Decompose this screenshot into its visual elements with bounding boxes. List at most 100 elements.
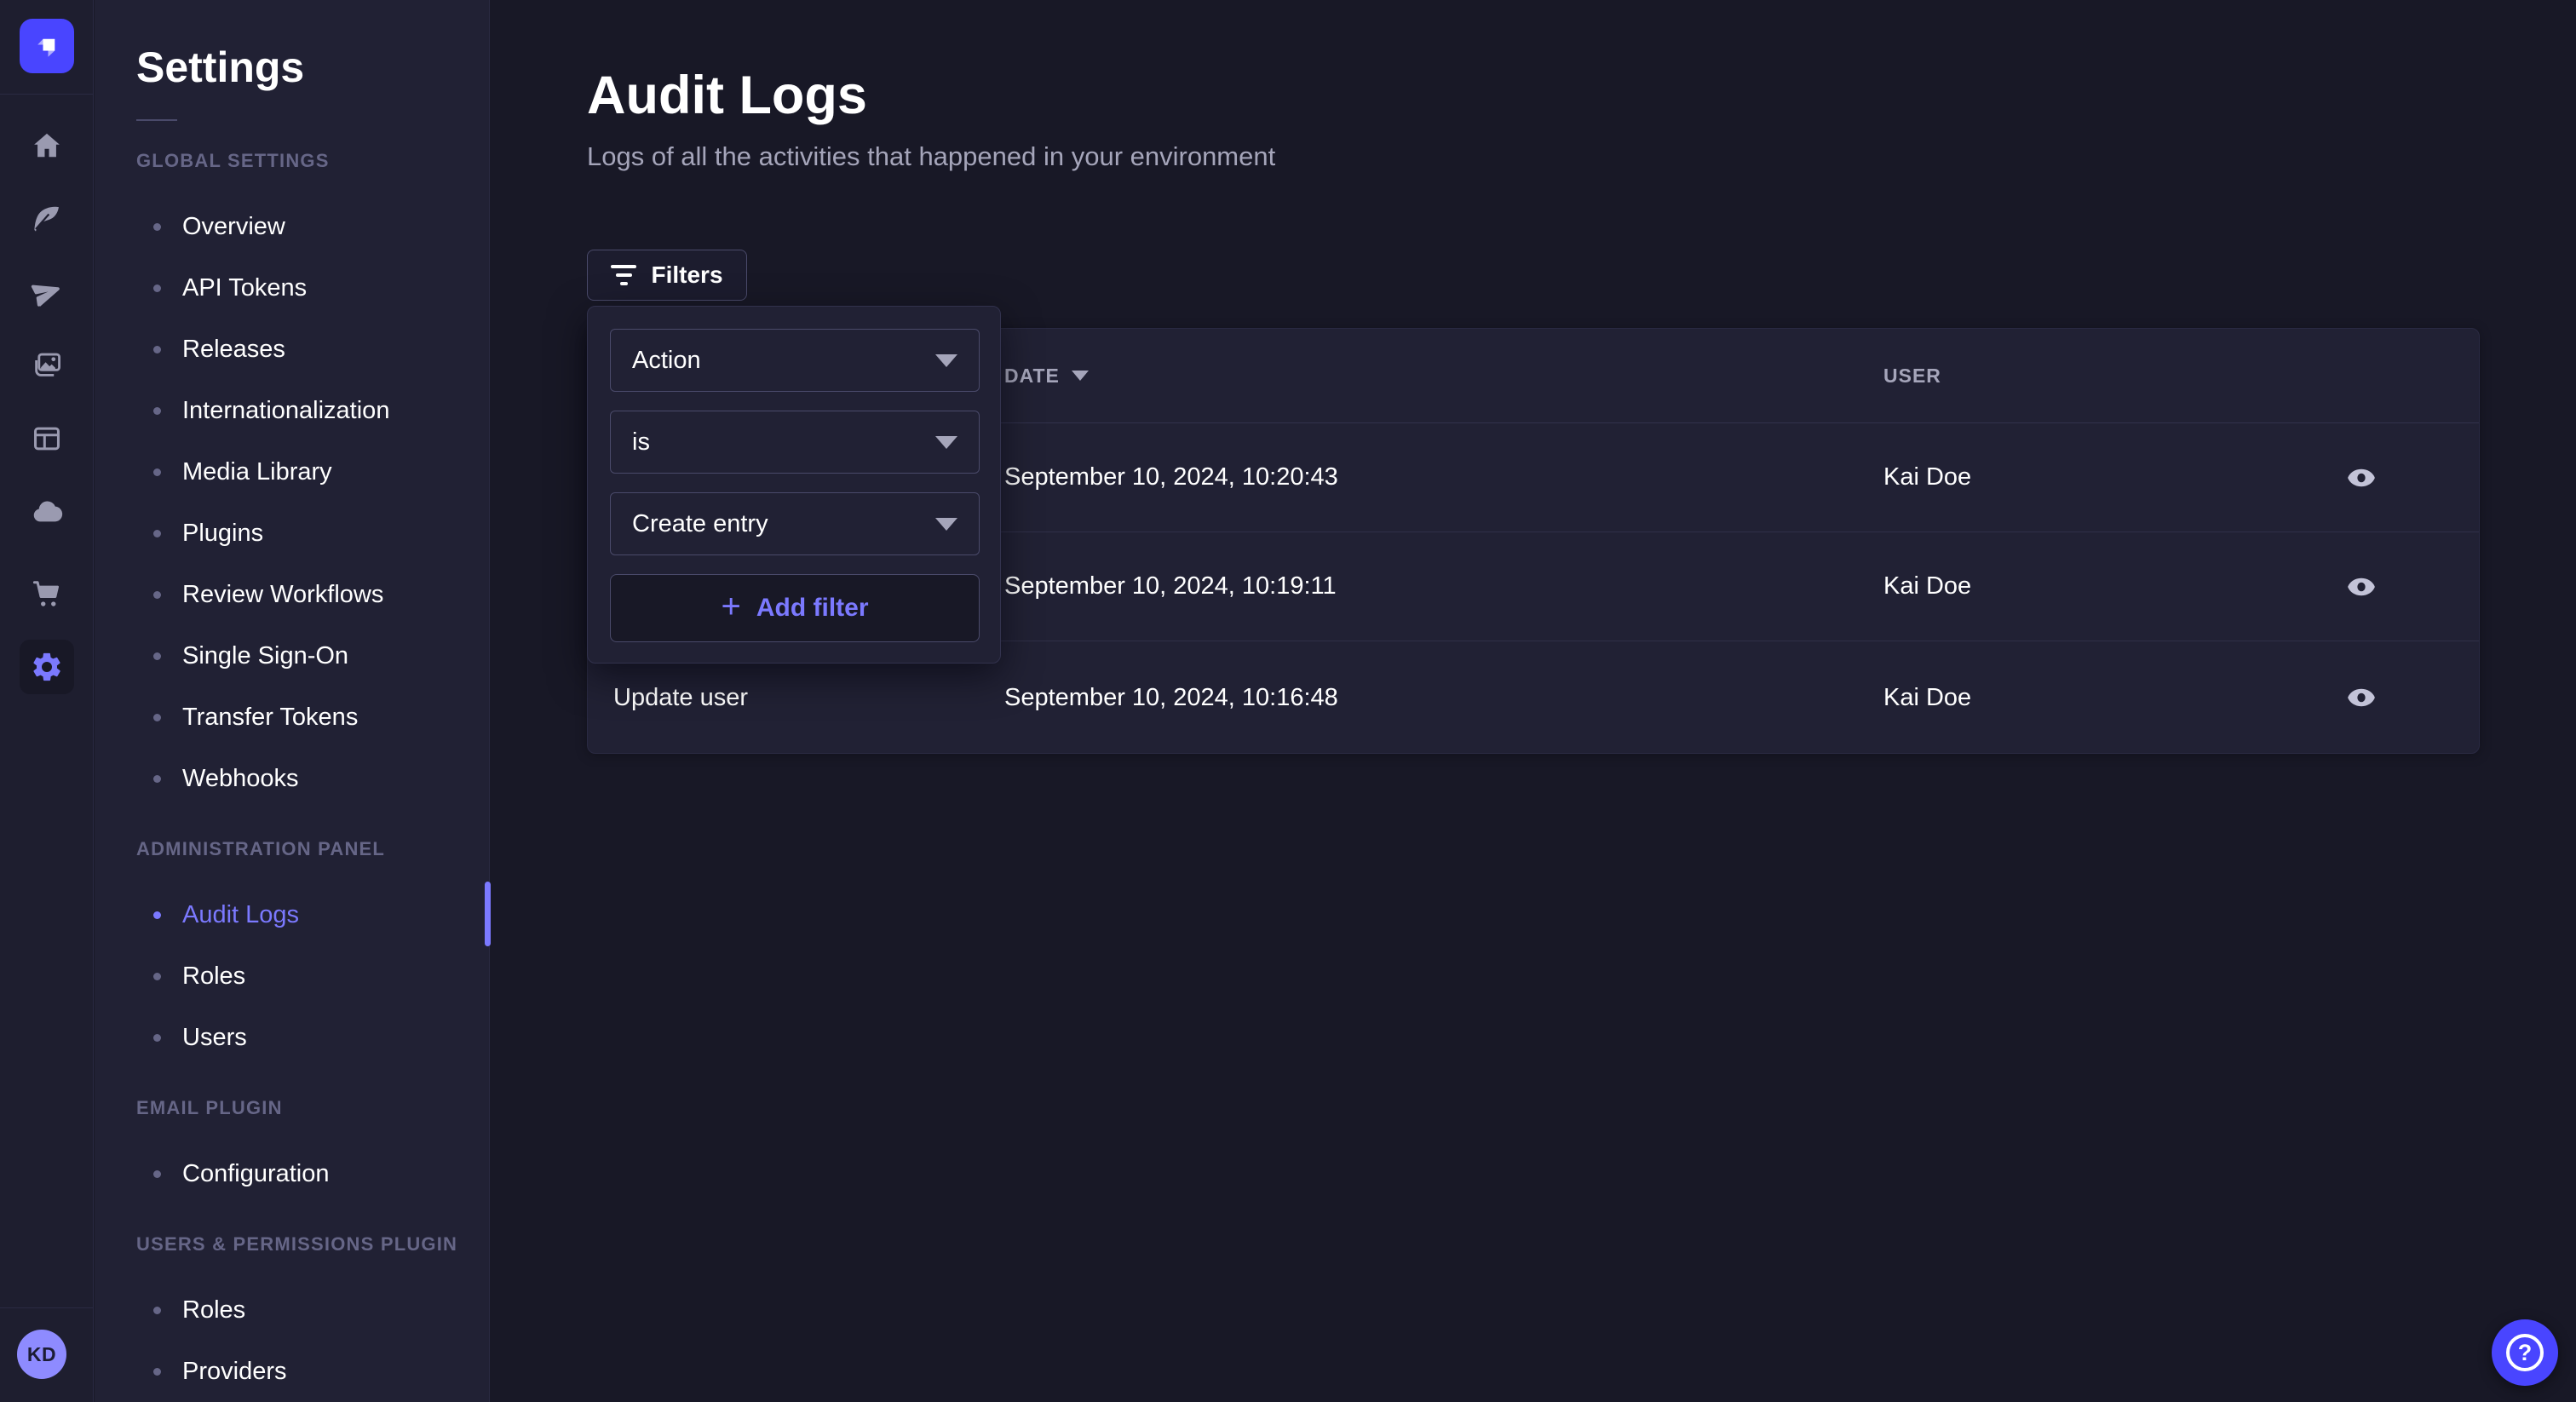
subnav-item-label: Audit Logs xyxy=(182,901,299,929)
subnav-item-label: Releases xyxy=(182,336,285,364)
column-header-label: USER xyxy=(1883,365,1941,388)
subnav-item-releases[interactable]: Releases xyxy=(136,319,489,380)
column-header-date[interactable]: DATE xyxy=(1004,365,1883,388)
gear-icon xyxy=(30,650,64,684)
chevron-down-icon xyxy=(935,354,957,367)
avatar[interactable]: KD xyxy=(17,1330,66,1379)
home-icon[interactable] xyxy=(24,123,70,169)
section-label: USERS & PERMISSIONS PLUGIN xyxy=(136,1235,489,1254)
main-nav-sidebar: KD xyxy=(0,0,94,1402)
date-cell: September 10, 2024, 10:20:43 xyxy=(1004,463,1883,491)
section-label: GLOBAL SETTINGS xyxy=(136,152,489,170)
subnav-item-label: Review Workflows xyxy=(182,581,383,609)
bullet-dot xyxy=(153,284,161,292)
date-cell: September 10, 2024, 10:19:11 xyxy=(1004,572,1883,600)
bullet-dot xyxy=(153,911,161,919)
cloud-icon[interactable] xyxy=(24,489,70,535)
subnav-item-webhooks[interactable]: Webhooks xyxy=(136,748,489,809)
select-value: is xyxy=(632,428,650,457)
media-library-icon[interactable] xyxy=(24,342,70,388)
section-users-permissions-plugin: USERS & PERMISSIONS PLUGIN Roles Provide… xyxy=(136,1235,489,1402)
section-email-plugin: EMAIL PLUGIN Configuration xyxy=(136,1099,489,1204)
subnav-item-label: Roles xyxy=(182,1296,245,1324)
feather-content-icon[interactable] xyxy=(24,196,70,242)
user-cell: Kai Doe xyxy=(1883,463,2326,491)
bullet-dot xyxy=(153,591,161,599)
section-global-settings: GLOBAL SETTINGS Overview API Tokens Rele… xyxy=(136,152,489,809)
bullet-dot xyxy=(153,468,161,476)
bullet-dot xyxy=(153,1368,161,1376)
view-log-button[interactable] xyxy=(2338,675,2384,721)
view-log-button[interactable] xyxy=(2338,564,2384,610)
sort-desc-icon xyxy=(1072,371,1089,381)
filter-field-select[interactable]: Action xyxy=(610,329,980,392)
subnav-item-providers[interactable]: Providers xyxy=(136,1341,489,1402)
chevron-down-icon xyxy=(935,436,957,449)
subnav-item-overview[interactable]: Overview xyxy=(136,196,489,257)
page-subtitle: Logs of all the activities that happened… xyxy=(587,141,1275,172)
page-title: Audit Logs xyxy=(587,65,867,126)
subnav-item-single-sign-on[interactable]: Single Sign-On xyxy=(136,625,489,687)
bullet-dot xyxy=(153,223,161,231)
add-filter-label: Add filter xyxy=(756,594,869,623)
bullet-dot xyxy=(153,1170,161,1178)
select-value: Create entry xyxy=(632,510,768,538)
eye-icon xyxy=(2346,682,2377,713)
subnav-item-plugins[interactable]: Plugins xyxy=(136,503,489,564)
paper-plane-icon[interactable] xyxy=(24,269,70,315)
strapi-logo[interactable] xyxy=(20,19,74,73)
filter-operator-select[interactable]: is xyxy=(610,411,980,474)
subnav-item-audit-logs[interactable]: Audit Logs xyxy=(136,884,489,945)
filter-value-select[interactable]: Create entry xyxy=(610,492,980,555)
subnav-item-media-library[interactable]: Media Library xyxy=(136,441,489,503)
select-value: Action xyxy=(632,347,701,375)
subnav-item-label: Single Sign-On xyxy=(182,642,348,670)
filters-button[interactable]: Filters xyxy=(587,250,747,301)
active-item-indicator xyxy=(485,882,491,946)
column-header-label: DATE xyxy=(1004,365,1060,388)
question-mark-icon: ? xyxy=(2506,1334,2544,1371)
eye-icon xyxy=(2346,463,2377,493)
bullet-dot xyxy=(153,346,161,353)
subnav-title-rule xyxy=(136,119,177,121)
subnav-item-internationalization[interactable]: Internationalization xyxy=(136,380,489,441)
section-administration-panel: ADMINISTRATION PANEL Audit Logs Roles Us… xyxy=(136,840,489,1068)
subnav-item-api-tokens[interactable]: API Tokens xyxy=(136,257,489,319)
subnav-title: Settings xyxy=(136,43,489,92)
bullet-dot xyxy=(153,775,161,783)
subnav-item-label: Webhooks xyxy=(182,765,299,793)
subnav-item-label: Users xyxy=(182,1024,247,1052)
sidebar-divider xyxy=(0,1307,94,1308)
subnav-item-roles-admin[interactable]: Roles xyxy=(136,945,489,1007)
subnav-item-review-workflows[interactable]: Review Workflows xyxy=(136,564,489,625)
bullet-dot xyxy=(153,407,161,415)
layout-builder-icon[interactable] xyxy=(24,416,70,462)
bullet-dot xyxy=(153,652,161,660)
section-label: ADMINISTRATION PANEL xyxy=(136,840,489,859)
section-label: EMAIL PLUGIN xyxy=(136,1099,489,1118)
filter-icon xyxy=(611,265,636,285)
settings-nav-item[interactable] xyxy=(20,640,74,694)
bullet-dot xyxy=(153,530,161,537)
subnav-item-roles-up[interactable]: Roles xyxy=(136,1279,489,1341)
user-cell: Kai Doe xyxy=(1883,684,2326,712)
column-header-user: USER xyxy=(1883,365,2326,388)
main-content: Audit Logs Logs of all the activities th… xyxy=(491,0,2576,1402)
subnav-item-transfer-tokens[interactable]: Transfer Tokens xyxy=(136,687,489,748)
cart-icon[interactable] xyxy=(24,571,70,617)
bullet-dot xyxy=(153,973,161,980)
view-log-button[interactable] xyxy=(2338,455,2384,501)
filters-button-label: Filters xyxy=(651,261,722,289)
settings-subnav: Settings GLOBAL SETTINGS Overview API To… xyxy=(95,0,490,1402)
subnav-item-configuration[interactable]: Configuration xyxy=(136,1143,489,1204)
bullet-dot xyxy=(153,1307,161,1314)
bullet-dot xyxy=(153,714,161,721)
subnav-item-label: Providers xyxy=(182,1358,287,1386)
bullet-dot xyxy=(153,1034,161,1042)
help-button[interactable]: ? xyxy=(2492,1319,2558,1386)
chevron-down-icon xyxy=(935,518,957,531)
action-cell: Update user xyxy=(588,684,1004,712)
subnav-item-users[interactable]: Users xyxy=(136,1007,489,1068)
subnav-item-label: Media Library xyxy=(182,458,332,486)
add-filter-button[interactable]: + Add filter xyxy=(610,574,980,642)
